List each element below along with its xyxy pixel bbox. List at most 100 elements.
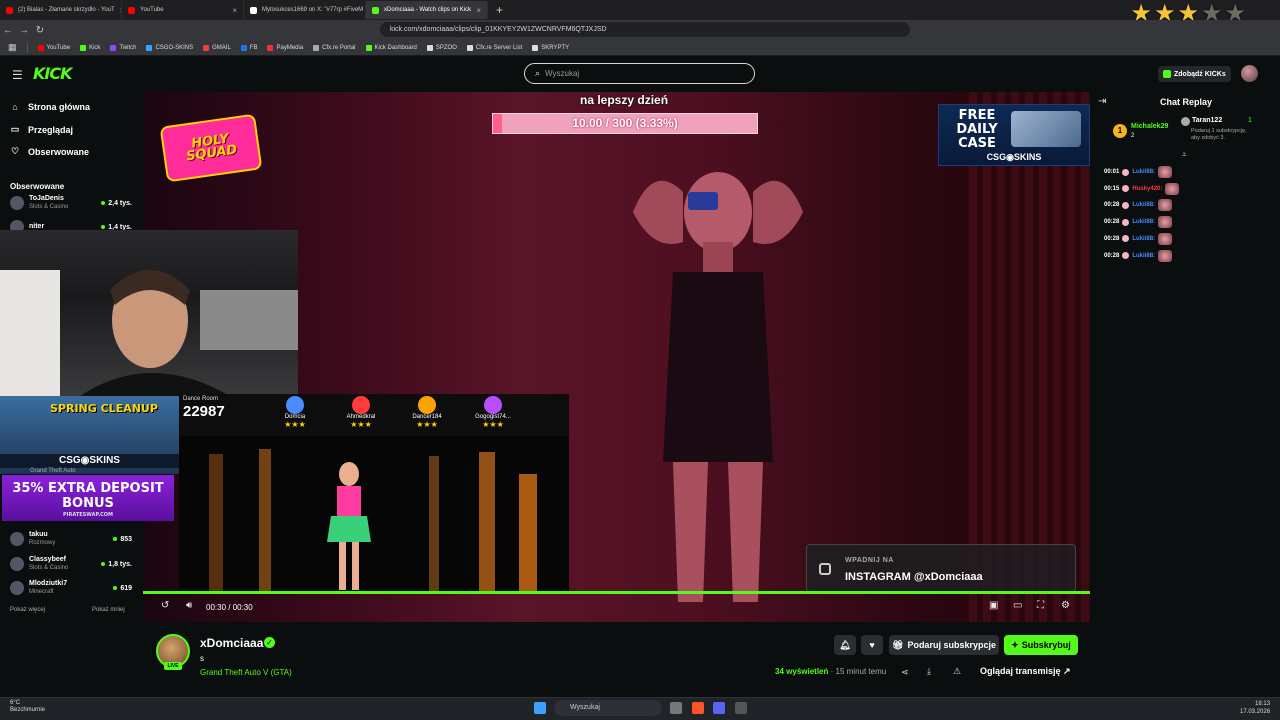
report-icon[interactable]: ⚠ bbox=[953, 666, 961, 677]
tab-list: (2) Bialas - Złamane skrzydło - YouT×You… bbox=[0, 1, 488, 19]
bookmark-item[interactable]: YouTube bbox=[37, 44, 70, 51]
top-gifter-name[interactable]: Michalek29 bbox=[1131, 123, 1168, 130]
gift-sub-button[interactable]: 🎁︎ Podaruj subskrypcje bbox=[889, 635, 999, 655]
sidebar-item-following[interactable]: ♡ Obserwowane bbox=[10, 146, 89, 157]
channel-name[interactable]: xDomciaaa bbox=[200, 636, 263, 650]
menu-icon[interactable]: ☰ bbox=[12, 68, 23, 82]
taskbar-search[interactable]: Wyszukaj bbox=[554, 700, 662, 716]
url-field[interactable]: kick.com/xdomciaaa/clips/clip_01KKYEY2W1… bbox=[380, 22, 910, 37]
external-link-icon: ↗ bbox=[1063, 666, 1071, 676]
apps-icon[interactable]: ▦ bbox=[8, 42, 17, 53]
back-icon[interactable]: ← bbox=[0, 25, 16, 36]
time-ago: · 15 minut temu bbox=[830, 667, 887, 676]
bonus-site: PIRATESWAP.COM bbox=[63, 512, 113, 518]
bookmark-label: FB bbox=[249, 44, 258, 51]
subscribe-button[interactable]: ✦ Subskrybuj bbox=[1004, 635, 1078, 655]
bookmark-item[interactable]: Cfx.re Portal bbox=[313, 44, 356, 51]
bookmark-icon bbox=[267, 44, 274, 51]
settings-icon[interactable]: ⚙ bbox=[1061, 600, 1070, 611]
watch-stream-link[interactable]: Oglądaj transmisję ↗ bbox=[980, 666, 1071, 677]
bookmark-item[interactable]: SPZOO bbox=[426, 44, 457, 51]
bookmark-item[interactable]: Kick bbox=[80, 44, 100, 51]
new-tab-button[interactable]: + bbox=[488, 3, 511, 17]
volume-icon[interactable]: 🔊︎ bbox=[186, 600, 192, 611]
sidebar-item-browse[interactable]: ▭ Przeglądaj bbox=[10, 124, 73, 135]
bookmark-label: SPZOO bbox=[435, 44, 457, 51]
reload-icon[interactable]: ↻ bbox=[32, 25, 48, 36]
viewer-count: 2,4 tys. bbox=[101, 200, 132, 207]
spring-title: SPRING CLEANUP bbox=[50, 402, 158, 415]
windows-start-icon[interactable] bbox=[534, 702, 546, 714]
followed-channel[interactable]: ToJaDenis Slots & Casino 2,4 tys. bbox=[10, 193, 132, 213]
pinned-text: Podaruj 1 subskrypcję, aby zdobyć 3. bbox=[1191, 128, 1247, 141]
chat-username[interactable]: Lukii88: bbox=[1132, 219, 1155, 225]
weather-widget[interactable]: 6°C Bezchmurnie bbox=[10, 700, 45, 714]
bookmark-item[interactable]: SKRYPTY bbox=[532, 44, 569, 51]
app-icon[interactable] bbox=[735, 702, 747, 714]
bookmark-item[interactable]: Kick Dashboard bbox=[365, 44, 417, 51]
bookmark-item[interactable]: FB bbox=[240, 44, 258, 51]
chat-username[interactable]: Lukii88: bbox=[1132, 169, 1155, 175]
show-less-button[interactable]: Pokaż mniej bbox=[92, 607, 125, 613]
search-input[interactable]: ⌕ Wyszukaj bbox=[524, 63, 755, 84]
bookmark-label: PayMedia bbox=[276, 44, 304, 51]
notification-button[interactable]: 🔔︎ bbox=[834, 635, 856, 655]
browser-tab[interactable]: Mytosukces1669 on X: "#77rp #FiveM× bbox=[244, 1, 366, 19]
heart-icon: ♥ bbox=[869, 640, 875, 650]
collapse-chat-icon[interactable]: ⇥ bbox=[1098, 96, 1106, 107]
emote-icon bbox=[1158, 199, 1173, 212]
bookmark-item[interactable]: PayMedia bbox=[267, 44, 304, 51]
sidebar-item-home[interactable]: ⌂ Strona główna bbox=[10, 102, 90, 112]
get-kicks-button[interactable]: Zdobądź KICKs bbox=[1158, 66, 1231, 82]
expand-icon[interactable]: ⩡ bbox=[1182, 150, 1187, 160]
video-progress-bar[interactable] bbox=[143, 591, 1090, 594]
followed-channel[interactable]: Mlodziutki7 Minecraft 619 bbox=[10, 578, 132, 598]
chat-message: 00:01 Lukii88: bbox=[1104, 166, 1173, 178]
theater-icon[interactable]: ▭ bbox=[1013, 600, 1022, 611]
bookmark-item[interactable]: GMAIL bbox=[203, 44, 231, 51]
bookmark-item[interactable]: CSGO-SKINS bbox=[146, 44, 193, 51]
viewer-count-value: 853 bbox=[120, 535, 132, 543]
chat-badge-icon bbox=[1122, 218, 1130, 226]
chat-username[interactable]: Lukii88: bbox=[1132, 236, 1155, 242]
followed-channel[interactable]: takuu Rozmowy 853 bbox=[10, 529, 132, 549]
close-tab-icon[interactable]: × bbox=[476, 6, 481, 15]
replay-icon[interactable]: ↺ bbox=[161, 600, 169, 611]
bookmark-icon bbox=[532, 44, 539, 51]
instagram-handle: INSTAGRAM @xDomciaaa bbox=[845, 571, 983, 583]
chat-username[interactable]: Lukii88: bbox=[1132, 202, 1155, 208]
view-count-value: 34 bbox=[775, 667, 784, 676]
close-tab-icon[interactable]: × bbox=[232, 6, 237, 15]
user-avatar[interactable] bbox=[1241, 65, 1258, 82]
search-icon: ⌕ bbox=[535, 68, 541, 78]
brave-icon[interactable] bbox=[692, 702, 704, 714]
fullscreen-icon[interactable]: ⛶ bbox=[1037, 600, 1044, 611]
discord-icon[interactable] bbox=[713, 702, 725, 714]
pinned-avatar bbox=[1181, 117, 1190, 126]
bookmark-label: Cfx.re Portal bbox=[322, 44, 356, 51]
bookmark-icon bbox=[313, 44, 320, 51]
task-view-icon[interactable] bbox=[670, 702, 682, 714]
show-more-button[interactable]: Pokaż więcej bbox=[10, 607, 45, 613]
spring-cleanup-banner: SPRING CLEANUP CSG◉SKINS Grand Theft Aut… bbox=[0, 396, 179, 474]
pip-icon[interactable]: ▣ bbox=[989, 600, 998, 611]
channel-name: Classybeef bbox=[29, 556, 66, 563]
category-link[interactable]: Grand Theft Auto V (GTA) bbox=[200, 668, 292, 677]
home-icon: ⌂ bbox=[12, 102, 18, 112]
share-icon[interactable]: ⋖ bbox=[901, 667, 909, 678]
chat-title: Chat Replay bbox=[1160, 97, 1213, 107]
follow-button[interactable]: ♥ bbox=[861, 635, 883, 655]
bookmark-item[interactable]: Cfx.re Server List bbox=[466, 44, 522, 51]
browser-tab[interactable]: YouTube × bbox=[122, 1, 244, 19]
chat-username[interactable]: Lukii88: bbox=[1132, 253, 1155, 259]
browser-tab[interactable]: xDomciaaa - Watch clips on Kick × bbox=[366, 1, 488, 19]
emote-icon bbox=[1158, 232, 1173, 245]
browser-tab[interactable]: (2) Bialas - Złamane skrzydło - YouT× bbox=[0, 1, 122, 19]
followed-channel[interactable]: Classybeef Slots & Casino 1,8 tys. bbox=[10, 554, 132, 574]
bookmark-item[interactable]: Twitch bbox=[110, 44, 136, 51]
kick-logo[interactable]: KICK bbox=[33, 64, 72, 83]
download-icon[interactable]: ⤓ bbox=[927, 666, 931, 677]
viewer-count: 853 bbox=[113, 536, 132, 543]
chat-username[interactable]: Husky420: bbox=[1132, 186, 1162, 192]
forward-icon[interactable]: → bbox=[16, 25, 32, 36]
